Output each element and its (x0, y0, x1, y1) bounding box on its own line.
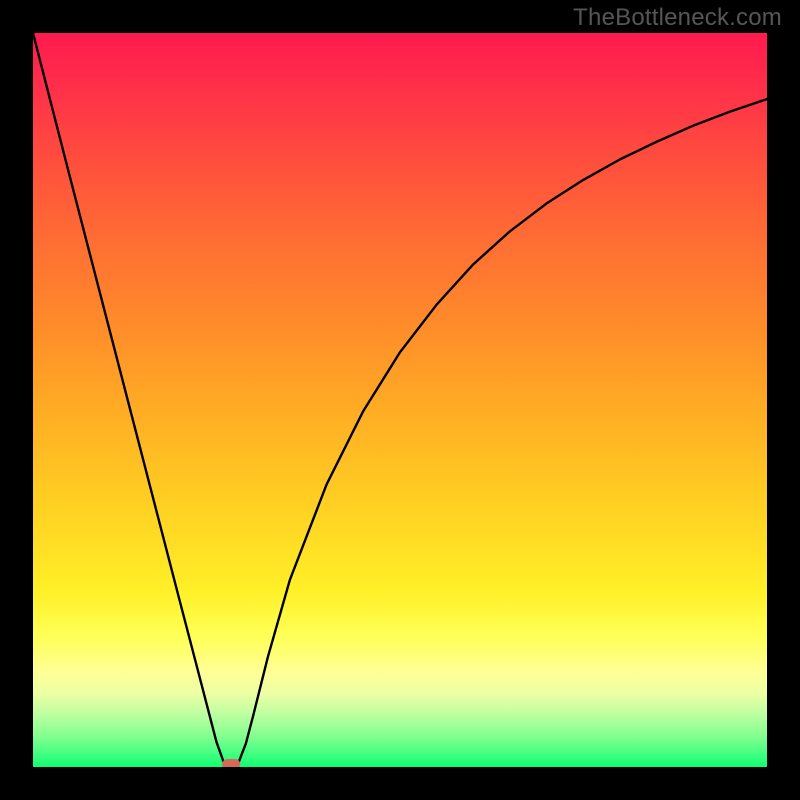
chart-frame: TheBottleneck.com (0, 0, 800, 800)
plot-area (33, 33, 767, 767)
curve-layer (33, 33, 767, 767)
bottleneck-curve (33, 33, 767, 767)
watermark-text: TheBottleneck.com (573, 4, 782, 32)
optimum-marker (222, 759, 240, 767)
